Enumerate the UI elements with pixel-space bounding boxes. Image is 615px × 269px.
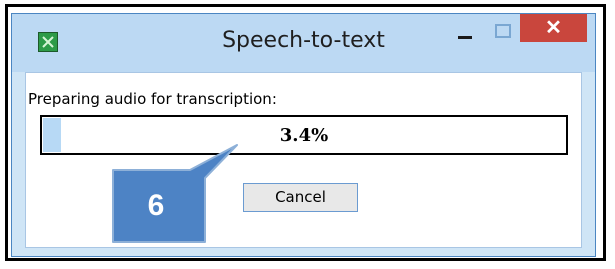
callout-number: 6 (147, 189, 165, 222)
callout-balloon (112, 144, 238, 243)
